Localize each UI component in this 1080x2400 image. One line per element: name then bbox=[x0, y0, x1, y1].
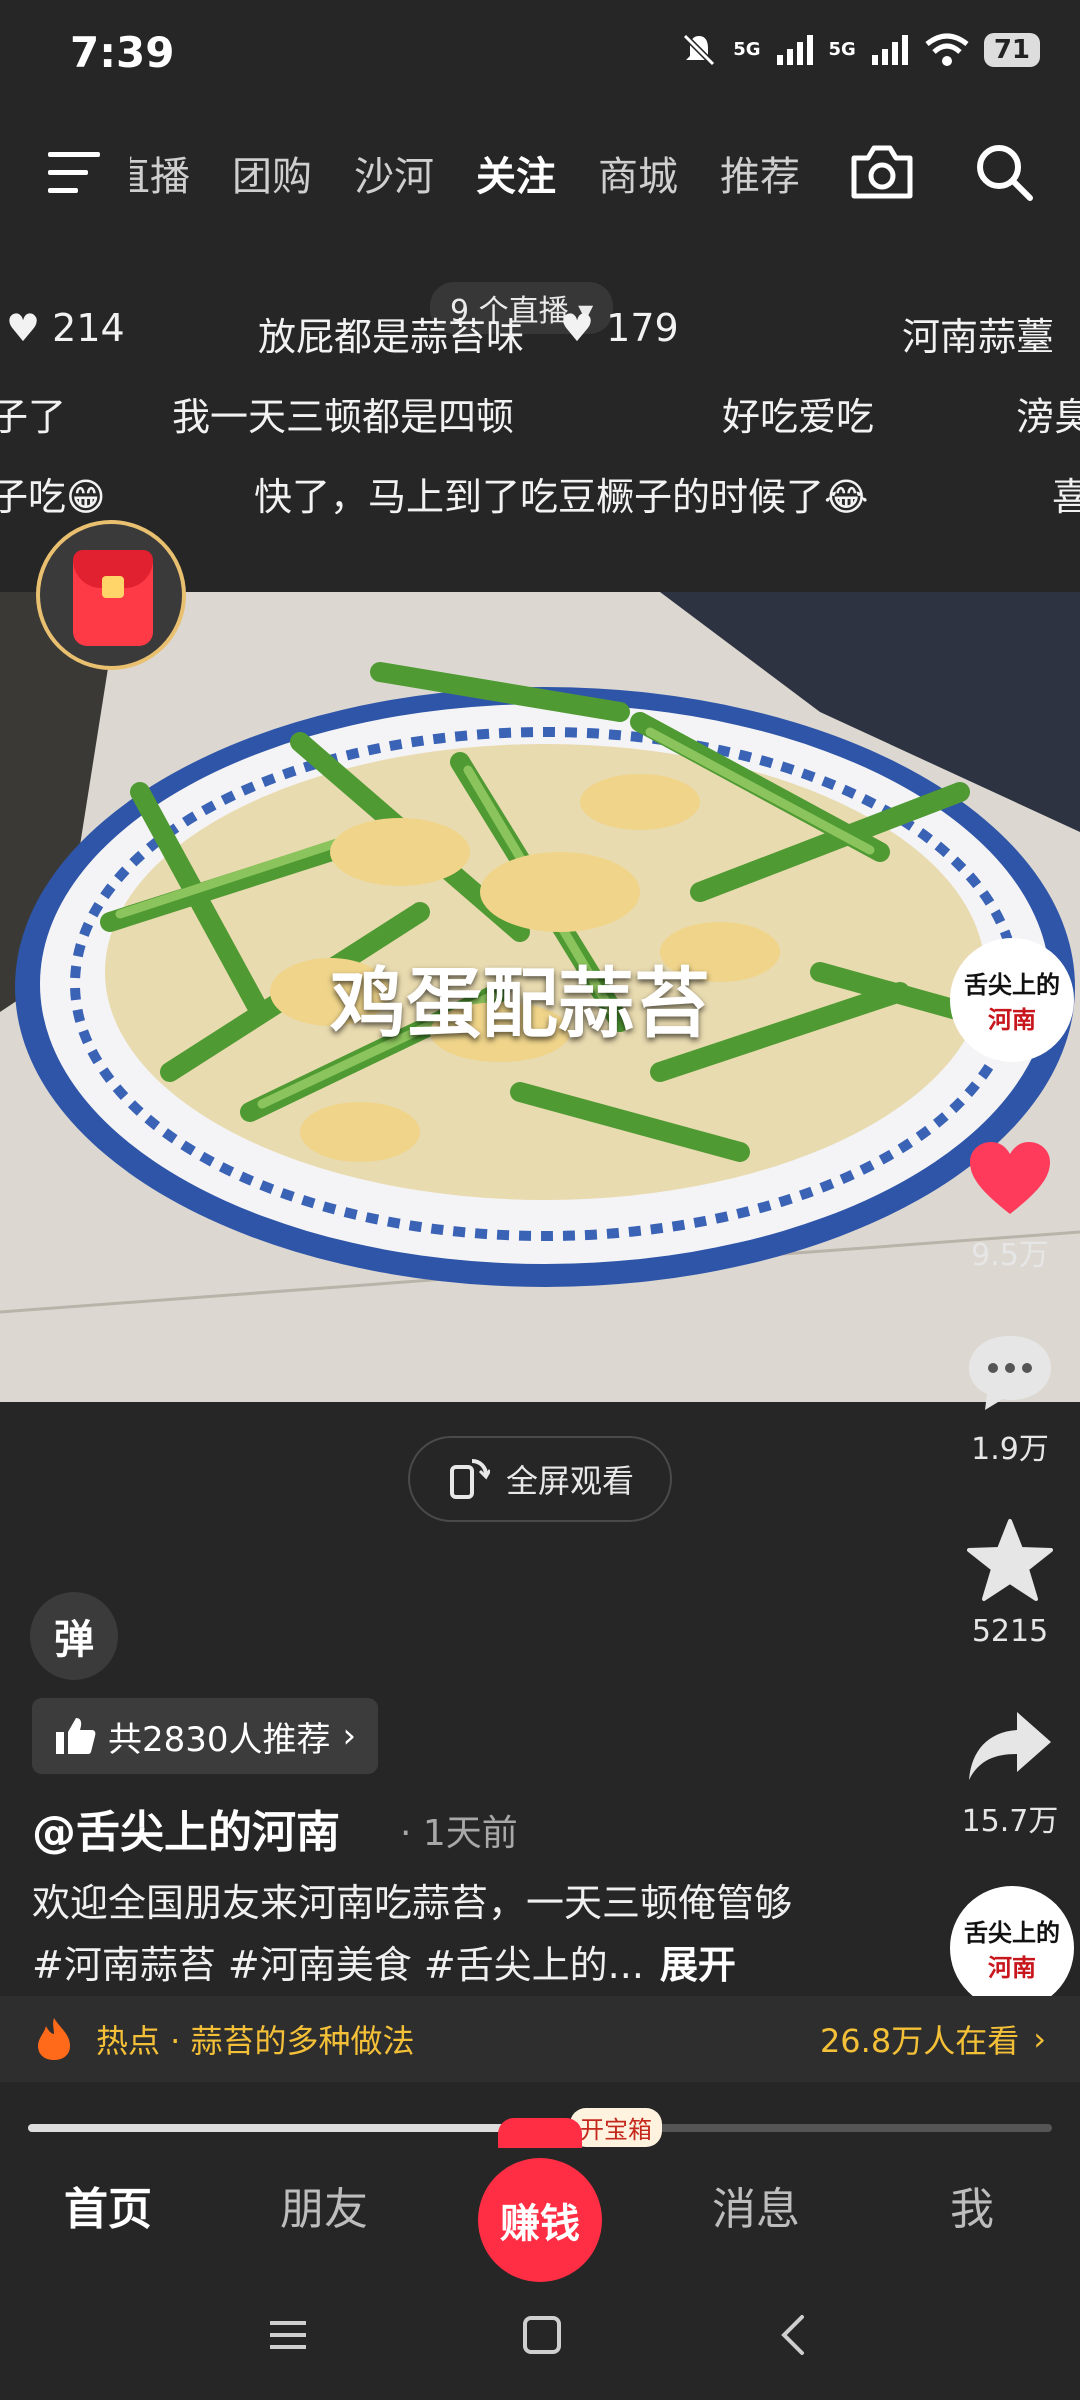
favorite-count: 5215 bbox=[971, 1614, 1049, 1649]
creator-avatar[interactable]: 舌尖上的河南 bbox=[950, 938, 1074, 1062]
danmaku-comment: 我一天三顿都是四顿 bbox=[172, 395, 515, 439]
flame-icon bbox=[38, 2018, 70, 2060]
danmaku-comment: 快了，马上到了吃豆橛子的时候了😂 bbox=[254, 466, 868, 521]
heart-icon: ♥ bbox=[560, 306, 595, 350]
rotate-phone-icon bbox=[449, 1459, 490, 1499]
laugh-cry-emoji-icon: 😂 bbox=[824, 475, 869, 519]
danmaku-toggle[interactable]: 弹 bbox=[30, 1592, 118, 1680]
tab-recommend[interactable]: 推荐 bbox=[720, 144, 800, 204]
danmaku-like-1: ♥ 214 bbox=[6, 306, 125, 350]
tab-mall[interactable]: 商城 bbox=[598, 144, 678, 204]
expand-link[interactable]: 展开 bbox=[660, 1943, 736, 1987]
system-navigation bbox=[0, 2270, 1080, 2400]
tab-group-buy[interactable]: 团购 bbox=[232, 144, 312, 204]
progress-fill bbox=[28, 2124, 561, 2132]
top-tabs: 直播 团购 沙河 关注 商城 推荐 bbox=[130, 144, 830, 204]
avatar-text-top: 舌尖上的 bbox=[964, 1918, 1060, 1947]
avatar-text: 舌尖上的河南 bbox=[953, 965, 1071, 1035]
music-avatar[interactable]: 舌尖上的河南 bbox=[950, 1886, 1074, 2010]
red-envelope-reward-icon[interactable] bbox=[36, 520, 186, 670]
chevron-right-icon: › bbox=[342, 1716, 357, 1756]
nav-friends[interactable]: 朋友 bbox=[216, 2173, 432, 2237]
signal-5g-label: 5G bbox=[733, 39, 761, 60]
nav-home[interactable]: 首页 bbox=[0, 2173, 216, 2237]
tab-following[interactable]: 关注 bbox=[476, 144, 556, 204]
top-navigation: 直播 团购 沙河 关注 商城 推荐 bbox=[0, 118, 1080, 228]
nav-messages[interactable]: 消息 bbox=[648, 2173, 864, 2237]
back-chevron-icon[interactable] bbox=[774, 2313, 814, 2357]
post-time: · 1天前 bbox=[400, 1813, 518, 1854]
nav-me[interactable]: 我 bbox=[864, 2173, 1080, 2237]
avatar-text-top: 舌尖上的 bbox=[964, 970, 1060, 999]
signal-bars-icon bbox=[776, 35, 813, 65]
danmaku-text: 快了，马上到了吃豆橛子的时候了 bbox=[254, 475, 825, 519]
like-button[interactable]: 9.5万 bbox=[950, 1138, 1070, 1274]
music-disc-avatar[interactable]: 舌尖上的河南 bbox=[950, 1886, 1074, 2010]
danmaku-comment: 喜 bbox=[1052, 475, 1080, 519]
fullscreen-button[interactable]: 全屏观看 bbox=[408, 1436, 672, 1522]
danmaku-comment: 子了 bbox=[0, 395, 67, 439]
mute-bell-icon bbox=[683, 33, 716, 67]
signal-5g-label-2: 5G bbox=[828, 39, 856, 60]
status-icons: 5G 5G 71 bbox=[679, 30, 1040, 70]
chevron-right-icon: › bbox=[1033, 2020, 1046, 2058]
signal-bars-icon-2 bbox=[871, 35, 908, 65]
search-icon[interactable] bbox=[972, 140, 1036, 204]
earn-button[interactable]: 赚钱 bbox=[478, 2158, 602, 2282]
recommend-label: 共2830人推荐 bbox=[108, 1719, 331, 1760]
avatar[interactable]: 舌尖上的河南 bbox=[950, 938, 1074, 1062]
status-bar: 7:39 5G 5G 71 bbox=[0, 0, 1080, 110]
comment-count: 1.9万 bbox=[971, 1432, 1049, 1467]
danmaku-comment: 滂臭 bbox=[1016, 395, 1080, 439]
like-count: 9.5万 bbox=[971, 1238, 1049, 1273]
hot-topic-bar[interactable]: 热点 · 蒜苔的多种做法 26.8万人在看 › bbox=[0, 1996, 1080, 2082]
danmaku-like-count: 214 bbox=[52, 306, 125, 350]
danmaku-like-2: ♥ 179 bbox=[560, 306, 679, 350]
avatar-text-main: 河南 bbox=[988, 1005, 1036, 1034]
avatar-text-main: 河南 bbox=[988, 1953, 1036, 1982]
star-icon bbox=[967, 1519, 1053, 1601]
favorite-button[interactable]: 5215 bbox=[950, 1518, 1070, 1649]
share-arrow-icon bbox=[969, 1712, 1051, 1780]
avatar-text: 舌尖上的河南 bbox=[953, 1913, 1071, 1983]
tab-live[interactable]: 直播 bbox=[130, 144, 190, 204]
battery-level: 71 bbox=[983, 33, 1040, 67]
danmaku-comment: 放屁都是蒜苔味 bbox=[258, 315, 525, 359]
video-description[interactable]: 欢迎全国朋友来河南吃蒜苔，一天三顿俺管够#河南蒜苔 #河南美食 #舌尖上的...… bbox=[32, 1872, 822, 1996]
status-time: 7:39 bbox=[70, 28, 175, 77]
share-count: 15.7万 bbox=[961, 1804, 1059, 1839]
wifi-icon bbox=[925, 33, 969, 66]
thumbs-up-icon bbox=[56, 1718, 96, 1754]
heart-icon: ♥ bbox=[6, 306, 41, 350]
danmaku-comment: 河南蒜薹 bbox=[902, 315, 1055, 359]
grin-emoji-icon: 😁 bbox=[66, 475, 106, 519]
comment-bubble-icon bbox=[969, 1336, 1051, 1410]
menu-icon[interactable] bbox=[46, 148, 102, 198]
video-title-overlay: 鸡蛋配蒜苔 bbox=[330, 959, 710, 1048]
recent-apps-icon[interactable] bbox=[266, 2315, 310, 2355]
danmaku-text: 子吃 bbox=[0, 475, 67, 519]
hot-viewers: 26.8万人在看 bbox=[819, 2022, 1020, 2060]
heart-icon bbox=[970, 1142, 1050, 1214]
fullscreen-label: 全屏观看 bbox=[505, 1462, 634, 1500]
danmaku-comment: 好吃爱吃 bbox=[722, 395, 875, 439]
tab-shahe[interactable]: 沙河 bbox=[354, 144, 434, 204]
share-button[interactable]: 15.7万 bbox=[950, 1708, 1070, 1840]
hot-topic-label: 热点 · 蒜苔的多种做法 bbox=[96, 2022, 415, 2060]
danmaku-like-count: 179 bbox=[606, 306, 679, 350]
camera-icon[interactable] bbox=[848, 140, 916, 204]
danmaku-comment: 子吃😁 bbox=[0, 466, 106, 521]
author-name[interactable]: @舌尖上的河南 bbox=[32, 1796, 340, 1860]
recommend-chip[interactable]: 共2830人推荐 › bbox=[32, 1698, 379, 1774]
comment-button[interactable]: 1.9万 bbox=[950, 1332, 1070, 1468]
home-square-icon[interactable] bbox=[520, 2313, 564, 2357]
